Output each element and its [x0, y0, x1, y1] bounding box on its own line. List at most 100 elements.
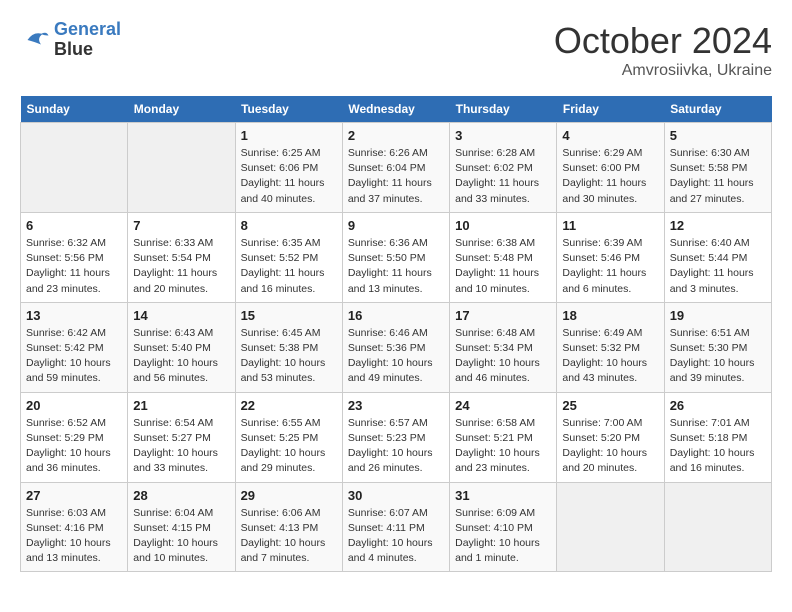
page-header: General Blue October 2024 Amvrosiivka, U… — [20, 20, 772, 80]
weekday-header: Tuesday — [235, 96, 342, 123]
calendar-day-cell — [664, 482, 771, 572]
day-info: Sunrise: 6:52 AMSunset: 5:29 PMDaylight:… — [26, 416, 122, 477]
calendar-day-cell: 28 Sunrise: 6:04 AMSunset: 4:15 PMDayligh… — [128, 482, 235, 572]
logo-text: General Blue — [54, 20, 121, 60]
day-info: Sunrise: 7:00 AMSunset: 5:20 PMDaylight:… — [562, 416, 658, 477]
logo: General Blue — [20, 20, 121, 60]
weekday-header: Wednesday — [342, 96, 449, 123]
weekday-header: Sunday — [21, 96, 128, 123]
calendar-day-cell: 21 Sunrise: 6:54 AMSunset: 5:27 PMDayligh… — [128, 392, 235, 482]
day-number: 27 — [26, 488, 122, 503]
calendar-day-cell: 25 Sunrise: 7:00 AMSunset: 5:20 PMDayligh… — [557, 392, 664, 482]
day-info: Sunrise: 6:49 AMSunset: 5:32 PMDaylight:… — [562, 326, 658, 387]
day-number: 9 — [348, 218, 444, 233]
calendar-week-row: 6 Sunrise: 6:32 AMSunset: 5:56 PMDaylight… — [21, 212, 772, 302]
day-info: Sunrise: 6:57 AMSunset: 5:23 PMDaylight:… — [348, 416, 444, 477]
calendar-day-cell: 2Sunrise: 6:26 AMSunset: 6:04 PMDaylight… — [342, 123, 449, 213]
weekday-header: Friday — [557, 96, 664, 123]
calendar-day-cell: 14 Sunrise: 6:43 AMSunset: 5:40 PMDayligh… — [128, 302, 235, 392]
day-info: Sunrise: 6:04 AMSunset: 4:15 PMDaylight:… — [133, 506, 229, 567]
day-info: Sunrise: 6:40 AMSunset: 5:44 PMDaylight:… — [670, 236, 766, 297]
day-number: 23 — [348, 398, 444, 413]
day-number: 30 — [348, 488, 444, 503]
day-info: Sunrise: 6:55 AMSunset: 5:25 PMDaylight:… — [241, 416, 337, 477]
day-number: 12 — [670, 218, 766, 233]
day-number: 31 — [455, 488, 551, 503]
day-info: Sunrise: 6:30 AMSunset: 5:58 PMDaylight:… — [670, 146, 766, 207]
day-number: 22 — [241, 398, 337, 413]
day-number: 17 — [455, 308, 551, 323]
day-info: Sunrise: 6:32 AMSunset: 5:56 PMDaylight:… — [26, 236, 122, 297]
day-info: Sunrise: 6:35 AMSunset: 5:52 PMDaylight:… — [241, 236, 337, 297]
day-number: 25 — [562, 398, 658, 413]
calendar-day-cell: 9 Sunrise: 6:36 AMSunset: 5:50 PMDaylight… — [342, 212, 449, 302]
calendar-week-row: 1 Sunrise: 6:25 AMSunset: 6:06 PMDaylight… — [21, 123, 772, 213]
calendar-day-cell: 27 Sunrise: 6:03 AMSunset: 4:16 PMDayligh… — [21, 482, 128, 572]
day-number: 3 — [455, 128, 551, 143]
day-info: Sunrise: 6:33 AMSunset: 5:54 PMDaylight:… — [133, 236, 229, 297]
day-number: 26 — [670, 398, 766, 413]
day-number: 14 — [133, 308, 229, 323]
day-info: Sunrise: 6:36 AMSunset: 5:50 PMDaylight:… — [348, 236, 444, 297]
day-number: 19 — [670, 308, 766, 323]
day-number: 1 — [241, 128, 337, 143]
calendar-day-cell: 13 Sunrise: 6:42 AMSunset: 5:42 PMDayligh… — [21, 302, 128, 392]
day-info: Sunrise: 6:43 AMSunset: 5:40 PMDaylight:… — [133, 326, 229, 387]
day-info: Sunrise: 6:26 AMSunset: 6:04 PMDaylight:… — [348, 146, 444, 207]
day-number: 4 — [562, 128, 658, 143]
day-number: 10 — [455, 218, 551, 233]
calendar-day-cell: 24 Sunrise: 6:58 AMSunset: 5:21 PMDayligh… — [450, 392, 557, 482]
day-number: 7 — [133, 218, 229, 233]
day-number: 13 — [26, 308, 122, 323]
day-info: Sunrise: 6:42 AMSunset: 5:42 PMDaylight:… — [26, 326, 122, 387]
calendar-day-cell: 22 Sunrise: 6:55 AMSunset: 5:25 PMDayligh… — [235, 392, 342, 482]
day-number: 29 — [241, 488, 337, 503]
calendar-day-cell: 16Sunrise: 6:46 AMSunset: 5:36 PMDayligh… — [342, 302, 449, 392]
calendar-day-cell: 5Sunrise: 6:30 AMSunset: 5:58 PMDaylight… — [664, 123, 771, 213]
calendar-day-cell: 1 Sunrise: 6:25 AMSunset: 6:06 PMDaylight… — [235, 123, 342, 213]
calendar-week-row: 20Sunrise: 6:52 AMSunset: 5:29 PMDayligh… — [21, 392, 772, 482]
month-title: October 2024 — [554, 20, 772, 62]
day-info: Sunrise: 6:29 AMSunset: 6:00 PMDaylight:… — [562, 146, 658, 207]
day-number: 24 — [455, 398, 551, 413]
day-number: 15 — [241, 308, 337, 323]
weekday-header: Saturday — [664, 96, 771, 123]
calendar-day-cell: 31 Sunrise: 6:09 AMSunset: 4:10 PMDayligh… — [450, 482, 557, 572]
calendar-day-cell: 26 Sunrise: 7:01 AMSunset: 5:18 PMDayligh… — [664, 392, 771, 482]
day-info: Sunrise: 6:45 AMSunset: 5:38 PMDaylight:… — [241, 326, 337, 387]
day-info: Sunrise: 6:48 AMSunset: 5:34 PMDaylight:… — [455, 326, 551, 387]
day-info: Sunrise: 6:54 AMSunset: 5:27 PMDaylight:… — [133, 416, 229, 477]
calendar-day-cell: 11Sunrise: 6:39 AMSunset: 5:46 PMDayligh… — [557, 212, 664, 302]
day-number: 18 — [562, 308, 658, 323]
calendar-day-cell: 10Sunrise: 6:38 AMSunset: 5:48 PMDayligh… — [450, 212, 557, 302]
calendar-day-cell: 6 Sunrise: 6:32 AMSunset: 5:56 PMDaylight… — [21, 212, 128, 302]
day-number: 11 — [562, 218, 658, 233]
calendar-day-cell: 23 Sunrise: 6:57 AMSunset: 5:23 PMDayligh… — [342, 392, 449, 482]
calendar-day-cell: 7 Sunrise: 6:33 AMSunset: 5:54 PMDaylight… — [128, 212, 235, 302]
calendar-day-cell: 4 Sunrise: 6:29 AMSunset: 6:00 PMDaylight… — [557, 123, 664, 213]
day-info: Sunrise: 6:25 AMSunset: 6:06 PMDaylight:… — [241, 146, 337, 207]
calendar-body: 1 Sunrise: 6:25 AMSunset: 6:06 PMDaylight… — [21, 123, 772, 572]
day-info: Sunrise: 6:03 AMSunset: 4:16 PMDaylight:… — [26, 506, 122, 567]
weekday-header-row: SundayMondayTuesdayWednesdayThursdayFrid… — [21, 96, 772, 123]
title-block: October 2024 Amvrosiivka, Ukraine — [554, 20, 772, 80]
day-info: Sunrise: 7:01 AMSunset: 5:18 PMDaylight:… — [670, 416, 766, 477]
calendar-header: SundayMondayTuesdayWednesdayThursdayFrid… — [21, 96, 772, 123]
calendar-week-row: 13 Sunrise: 6:42 AMSunset: 5:42 PMDayligh… — [21, 302, 772, 392]
day-info: Sunrise: 6:09 AMSunset: 4:10 PMDaylight:… — [455, 506, 551, 567]
calendar-day-cell: 20Sunrise: 6:52 AMSunset: 5:29 PMDayligh… — [21, 392, 128, 482]
day-info: Sunrise: 6:06 AMSunset: 4:13 PMDaylight:… — [241, 506, 337, 567]
day-number: 28 — [133, 488, 229, 503]
calendar-day-cell: 15 Sunrise: 6:45 AMSunset: 5:38 PMDayligh… — [235, 302, 342, 392]
calendar-day-cell: 18 Sunrise: 6:49 AMSunset: 5:32 PMDayligh… — [557, 302, 664, 392]
calendar-table: SundayMondayTuesdayWednesdayThursdayFrid… — [20, 96, 772, 572]
day-number: 6 — [26, 218, 122, 233]
calendar-day-cell: 3 Sunrise: 6:28 AMSunset: 6:02 PMDaylight… — [450, 123, 557, 213]
day-info: Sunrise: 6:51 AMSunset: 5:30 PMDaylight:… — [670, 326, 766, 387]
day-info: Sunrise: 6:28 AMSunset: 6:02 PMDaylight:… — [455, 146, 551, 207]
day-number: 21 — [133, 398, 229, 413]
calendar-day-cell: 30Sunrise: 6:07 AMSunset: 4:11 PMDayligh… — [342, 482, 449, 572]
day-info: Sunrise: 6:58 AMSunset: 5:21 PMDaylight:… — [455, 416, 551, 477]
calendar-week-row: 27 Sunrise: 6:03 AMSunset: 4:16 PMDayligh… — [21, 482, 772, 572]
calendar-day-cell — [128, 123, 235, 213]
